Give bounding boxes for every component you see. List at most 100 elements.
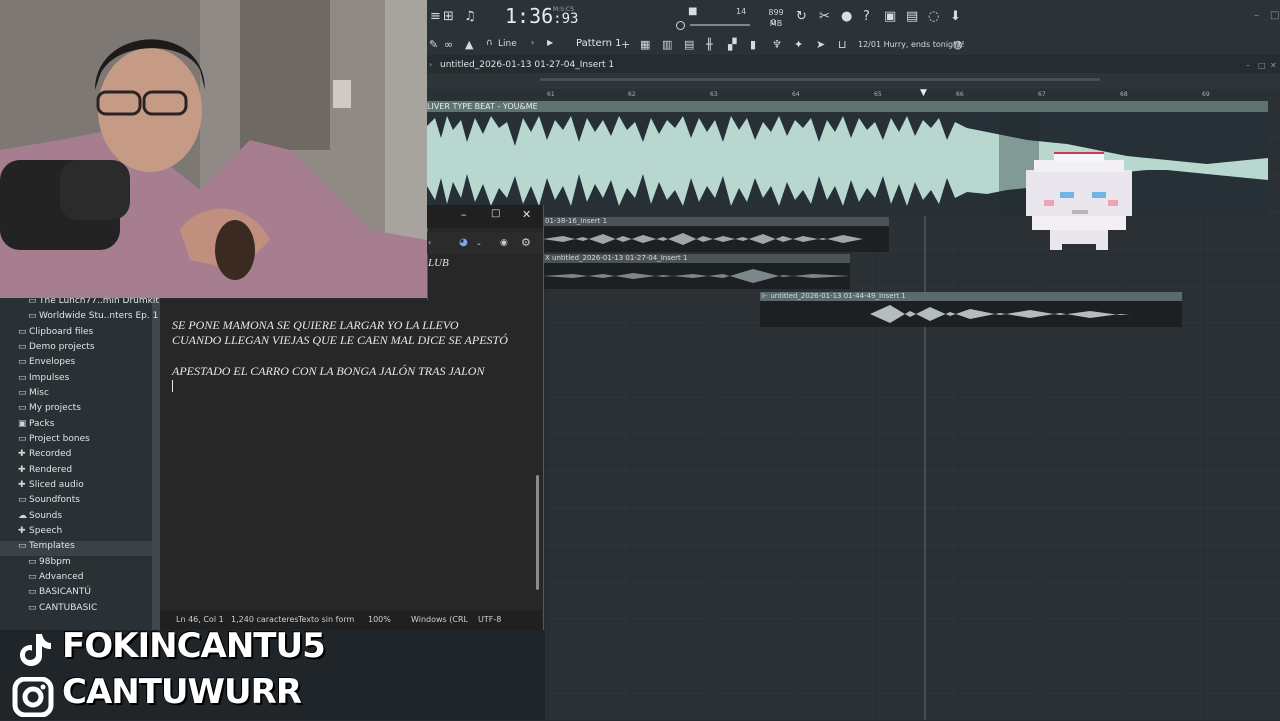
restore-icon[interactable]: □	[1270, 10, 1279, 21]
tiktok-icon	[14, 630, 54, 668]
mixer-icon[interactable]: ╫	[706, 38, 713, 51]
browser-item-label: Demo projects	[29, 342, 95, 352]
browser-item[interactable]: ▭ CANTUBASIC	[28, 603, 97, 618]
notepad-minimize-icon[interactable]: –	[461, 208, 467, 221]
audio-clip-2[interactable]	[543, 263, 850, 289]
browser-item-label: Soundfonts	[29, 495, 80, 505]
piano-roll-icon[interactable]: ▥	[662, 38, 672, 51]
chat-icon[interactable]: ◌	[928, 9, 939, 24]
packs-icon: ▣	[18, 419, 27, 429]
chevron-down-icon[interactable]: ⌄	[476, 239, 482, 247]
browser-item[interactable]: ▭ My projects	[18, 403, 81, 418]
copilot-icon[interactable]: ◕	[459, 237, 468, 248]
browser-item[interactable]: ▭ Envelopes	[18, 357, 75, 372]
refresh-icon[interactable]: ↻	[796, 9, 807, 24]
notepad-close-icon[interactable]: ✕	[522, 208, 531, 221]
browser-item[interactable]: ▭ Impulses	[18, 373, 69, 388]
playlist-icon[interactable]: ▦	[640, 38, 650, 51]
browser-item[interactable]: ▭ Soundfonts	[18, 495, 80, 510]
download-icon[interactable]: ⬇	[950, 9, 961, 24]
playlist-minimize-icon[interactable]: –	[1246, 61, 1250, 70]
bar-number: 63	[710, 91, 718, 98]
browser-item-label: Project bones	[29, 434, 90, 444]
folder-icon: ▭	[28, 572, 37, 582]
playlist-maximize-icon[interactable]: □	[1258, 61, 1266, 70]
globe-icon[interactable]: ◍	[953, 38, 963, 51]
chevron-icon[interactable]: ‹	[428, 238, 431, 247]
browser-item-label: Impulses	[29, 373, 70, 383]
browser-item[interactable]: ✚ Rendered	[18, 465, 72, 480]
browser-item[interactable]: ☁ Sounds	[18, 511, 62, 526]
help-icon[interactable]: ?	[863, 9, 870, 24]
browser-item[interactable]: ▭ BASICANTÚ	[28, 587, 91, 602]
plug-icon[interactable]: ♆	[772, 38, 782, 51]
metronome-icon[interactable]: ♫	[464, 9, 476, 24]
main-volume-icon[interactable]: ■	[688, 6, 697, 17]
magnet-icon[interactable]: ∩	[486, 38, 493, 48]
beat-audio-clip[interactable]	[427, 112, 1268, 216]
render-icon[interactable]: ▤	[906, 9, 918, 24]
folder-icon: ▭	[18, 495, 27, 505]
audio-clip-1-waveform	[543, 233, 889, 245]
tool-icon[interactable]: ✦	[794, 38, 803, 51]
minimize-icon[interactable]: –	[1254, 10, 1259, 21]
text-format[interactable]: Texto sin form	[298, 615, 354, 624]
browser-item[interactable]: ▭ Misc	[18, 388, 49, 403]
snap-mode-label[interactable]: Line	[498, 39, 517, 49]
stamp-icon[interactable]: ▲	[465, 38, 473, 51]
line-endings[interactable]: Windows (CRL	[411, 615, 468, 624]
audio-clip-3[interactable]	[760, 301, 1182, 327]
browser-item[interactable]: ✚ Recorded	[18, 449, 71, 464]
cut-icon[interactable]: ✂	[819, 9, 830, 24]
notepad-maximize-icon[interactable]: □	[491, 208, 500, 219]
browser-item[interactable]: ▭ Templates	[18, 541, 75, 556]
playlist-overview[interactable]	[427, 73, 1280, 89]
settings-gear-icon[interactable]: ⚙	[521, 236, 531, 249]
playlist-close-icon[interactable]: ✕	[1270, 61, 1277, 70]
browser-item[interactable]: ▭ Worldwide Stu..nters Ep. 1 !	[28, 311, 165, 326]
audio-clip-3-waveform	[870, 305, 1130, 323]
folder-icon: ▭	[18, 327, 27, 337]
browser-item[interactable]: ✚ Sliced audio	[18, 480, 84, 495]
pitch-knob[interactable]	[676, 21, 685, 30]
pattern-selector[interactable]: Pattern 1	[576, 38, 622, 49]
add-pattern-icon[interactable]: +	[621, 38, 630, 51]
cpu-readout: 14	[736, 7, 747, 16]
plugin-picker-icon[interactable]: ▞	[728, 38, 736, 51]
browser-item-label: Misc	[29, 388, 49, 398]
browser-item[interactable]: ▭ Project bones	[18, 434, 90, 449]
notepad-scrollbar[interactable]	[536, 475, 539, 590]
audio-clip-1[interactable]	[543, 226, 889, 252]
chevron-right-icon[interactable]: ›	[531, 38, 534, 47]
news-ticker[interactable]: 12/01 Hurry, ends tonight!	[858, 40, 965, 49]
cursor-icon[interactable]: ➤	[816, 38, 825, 51]
zoom-level[interactable]: 100%	[368, 615, 391, 624]
folder-icon: ▭	[28, 603, 37, 613]
browser-icon[interactable]: ▮	[750, 38, 756, 51]
microphone-icon[interactable]: ●	[841, 9, 852, 24]
notepad-text-area[interactable]	[160, 300, 542, 630]
beat-clip-header[interactable]	[427, 101, 1268, 112]
overview-scroll[interactable]	[540, 78, 1100, 81]
menu-icon[interactable]: ≡	[430, 9, 441, 24]
encoding[interactable]: UTF-8	[478, 615, 501, 624]
link-icon[interactable]: ∞	[444, 38, 453, 51]
playhead-marker-icon[interactable]: ▼	[920, 88, 927, 98]
browser-item[interactable]: ▭ 98bpm	[28, 557, 71, 572]
save-icon[interactable]: ▣	[884, 9, 896, 24]
account-icon[interactable]: ◉	[500, 238, 508, 248]
pencil-icon[interactable]: ✎	[429, 38, 438, 51]
typing-keyboard-icon[interactable]: ⊞	[443, 9, 454, 24]
pixel-ghost-mascot	[1026, 152, 1132, 250]
browser-item[interactable]: ▭ The Lunch77..min Drumkit	[28, 296, 159, 311]
cart-icon[interactable]: ⊔	[838, 38, 847, 51]
browser-item[interactable]: ▭ Advanced	[28, 572, 83, 587]
main-volume-slider[interactable]	[690, 24, 750, 26]
browser-item[interactable]: ▭ Demo projects	[18, 342, 95, 357]
play-icon[interactable]: ▶	[547, 38, 553, 47]
channel-rack-icon[interactable]: ▤	[684, 38, 694, 51]
browser-item[interactable]: ✚ Speech	[18, 526, 62, 541]
folder-icon: ▭	[28, 587, 37, 597]
browser-item[interactable]: ▣ Packs	[18, 419, 54, 434]
browser-item[interactable]: ▭ Clipboard files	[18, 327, 93, 342]
